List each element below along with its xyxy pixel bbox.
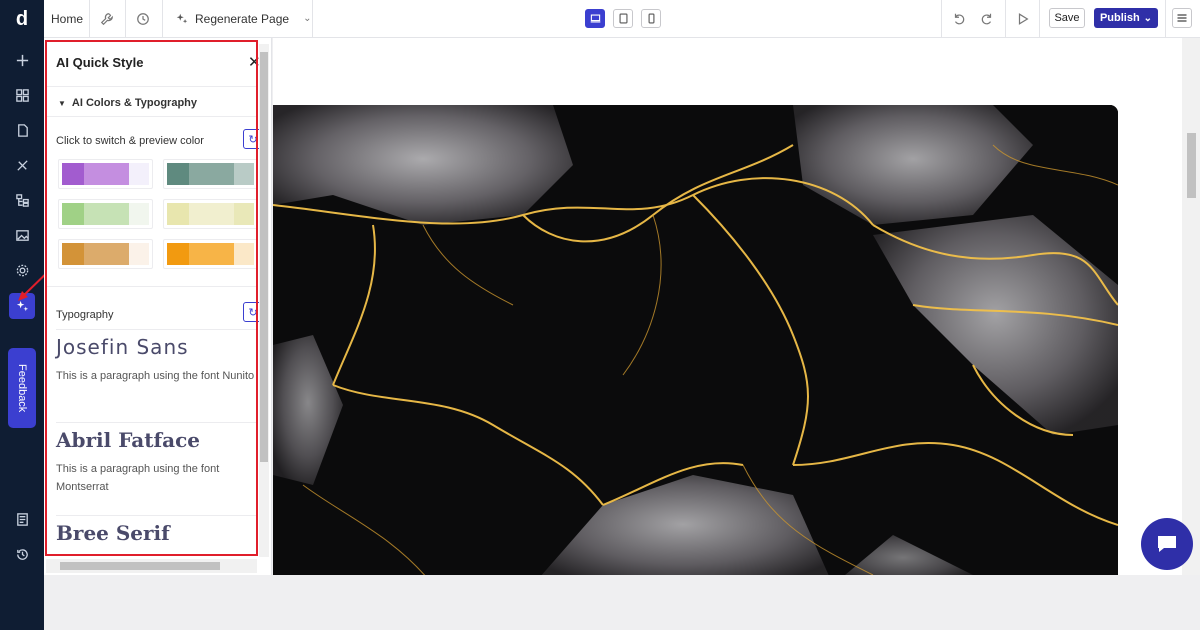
home-link[interactable]: Home xyxy=(51,0,83,37)
palette-color-1 xyxy=(167,243,189,265)
panel-title: AI Quick Style xyxy=(56,55,144,70)
palette-color-3 xyxy=(234,203,254,225)
palette-swatch[interactable] xyxy=(163,239,258,269)
feedback-label: Feedback xyxy=(16,363,28,413)
palette-swatch[interactable] xyxy=(58,239,153,269)
undo-icon[interactable] xyxy=(952,0,966,37)
palette-swatch[interactable] xyxy=(163,199,258,229)
sparkle-icon xyxy=(175,12,189,26)
wrench-icon[interactable] xyxy=(100,0,114,37)
marble-hero-image xyxy=(273,105,1118,575)
left-rail: d Feedback xyxy=(0,0,44,630)
toolbar-divider xyxy=(1165,0,1166,37)
palette-color-3 xyxy=(129,163,149,185)
chat-support-button[interactable] xyxy=(1141,518,1193,570)
history-icon[interactable] xyxy=(9,541,35,567)
chat-bubble-icon xyxy=(1158,536,1176,552)
publish-button[interactable]: Publish ⌄ xyxy=(1094,8,1158,28)
scroll-thumb[interactable] xyxy=(60,562,220,570)
palette-color-3 xyxy=(234,243,254,265)
app-logo-icon[interactable]: d xyxy=(12,8,32,30)
scroll-thumb[interactable] xyxy=(260,52,268,462)
font-option[interactable]: Abril Fatface This is a paragraph using … xyxy=(56,422,257,504)
save-label: Save xyxy=(1054,12,1080,24)
publish-label: Publish xyxy=(1099,12,1140,24)
ai-quick-style-panel: AI Quick Style ✕ ▼ AI Colors & Typograph… xyxy=(44,38,272,575)
palette-color-1 xyxy=(62,203,84,225)
sitemap-icon[interactable] xyxy=(9,187,35,213)
chevron-down-icon: ⌄ xyxy=(1143,12,1153,24)
palette-color-1 xyxy=(62,163,84,185)
palette-color-2 xyxy=(188,203,235,225)
notes-icon[interactable] xyxy=(9,506,35,532)
toolbar-divider xyxy=(89,0,90,37)
palette-color-2 xyxy=(83,243,130,265)
font-name: Abril Fatface xyxy=(56,428,200,452)
divider xyxy=(46,86,257,87)
hero-image[interactable] xyxy=(273,105,1118,575)
font-description: This is a paragraph using the font Monts… xyxy=(56,463,220,493)
color-hint: Click to switch & preview color xyxy=(56,135,204,147)
canvas-vertical-scrollbar[interactable] xyxy=(1182,38,1200,575)
toolbar-divider xyxy=(1005,0,1006,37)
toolbar-divider xyxy=(1039,0,1040,37)
font-name: Bree Serif xyxy=(56,521,170,545)
media-icon[interactable] xyxy=(9,222,35,248)
palette-color-2 xyxy=(188,163,235,185)
palette-swatch[interactable] xyxy=(58,159,153,189)
redo-icon[interactable] xyxy=(980,0,994,37)
palette-color-1 xyxy=(167,163,189,185)
font-description: This is a paragraph using the font Nunit… xyxy=(56,370,255,382)
desktop-view-button[interactable] xyxy=(585,9,605,28)
ai-quick-style-icon[interactable] xyxy=(9,293,35,319)
clock-icon[interactable] xyxy=(136,0,150,37)
palette-color-3 xyxy=(234,163,254,185)
palette-color-1 xyxy=(62,243,84,265)
toolbar-divider xyxy=(941,0,942,37)
top-toolbar: Home Regenerate Page ⌄ Save Publish ⌄ xyxy=(44,0,1200,38)
home-label: Home xyxy=(51,11,84,26)
regenerate-page-button[interactable]: Regenerate Page ⌄ xyxy=(175,0,311,37)
font-name: Josefin Sans xyxy=(56,335,189,359)
font-option[interactable]: Josefin Sans This is a paragraph using t… xyxy=(56,329,257,412)
palette-color-1 xyxy=(167,203,189,225)
hamburger-menu-icon[interactable] xyxy=(1172,8,1192,28)
typography-label: Typography xyxy=(56,309,114,321)
toolbar-divider xyxy=(312,0,313,37)
panel-horizontal-scrollbar[interactable] xyxy=(46,559,257,573)
regenerate-label: Regenerate Page xyxy=(195,11,290,26)
panel-vertical-scrollbar[interactable] xyxy=(259,44,269,557)
caret-down-icon: ▼ xyxy=(58,98,66,108)
section-label: AI Colors & Typography xyxy=(71,97,198,109)
divider xyxy=(46,116,257,117)
palette-color-3 xyxy=(129,243,149,265)
toolbar-divider xyxy=(125,0,126,37)
settings-icon[interactable] xyxy=(9,257,35,283)
palette-color-2 xyxy=(188,243,235,265)
chevron-down-icon: ⌄ xyxy=(303,13,312,24)
mobile-view-button[interactable] xyxy=(641,9,661,28)
save-button[interactable]: Save xyxy=(1049,8,1085,28)
feedback-button[interactable]: Feedback xyxy=(8,348,36,428)
add-icon[interactable] xyxy=(9,47,35,73)
palette-swatch[interactable] xyxy=(58,199,153,229)
page-canvas[interactable] xyxy=(273,38,1182,575)
font-option[interactable]: Bree Serif xyxy=(56,515,257,555)
pages-icon[interactable] xyxy=(9,117,35,143)
preview-play-icon[interactable] xyxy=(1016,0,1030,37)
toolbar-divider xyxy=(162,0,163,37)
design-tools-icon[interactable] xyxy=(9,152,35,178)
scroll-thumb[interactable] xyxy=(1187,133,1196,198)
palette-color-2 xyxy=(83,163,130,185)
blocks-icon[interactable] xyxy=(9,82,35,108)
colors-typography-section-toggle[interactable]: ▼ AI Colors & Typography xyxy=(58,97,197,109)
palette-color-3 xyxy=(129,203,149,225)
divider xyxy=(46,286,257,287)
tablet-view-button[interactable] xyxy=(613,9,633,28)
palette-color-2 xyxy=(83,203,130,225)
palette-swatch[interactable] xyxy=(163,159,258,189)
